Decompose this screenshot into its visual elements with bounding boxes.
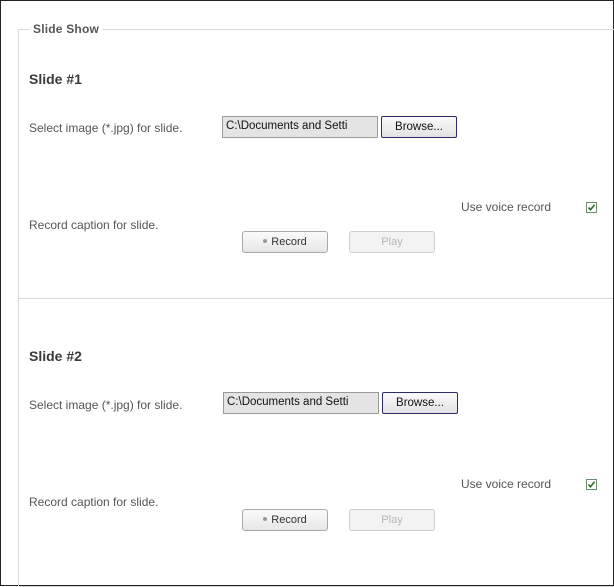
slide-1-voice-label: Use voice record [461, 200, 552, 214]
slide-1-record-label: Record [271, 236, 307, 248]
slide-1-image-label: Select image (*.jpg) for slide. [29, 121, 183, 135]
slide-2-file-input[interactable]: C:\Documents and Setti [223, 392, 379, 414]
checkmark-icon [587, 204, 596, 212]
checkmark-icon [587, 481, 596, 489]
slide-1-caption-label: Record caption for slide. [29, 218, 159, 232]
slide-2-voice-label: Use voice record [461, 477, 552, 491]
slide-2-record-button[interactable]: Record [242, 509, 328, 531]
slide-2-play-button[interactable]: Play [349, 509, 435, 531]
slide-1-record-button[interactable]: Record [242, 231, 328, 253]
slide-2-caption-label: Record caption for slide. [29, 495, 159, 509]
slide-2-title: Slide #2 [29, 348, 82, 364]
fieldset-legend: Slide Show [29, 22, 104, 36]
record-dot-icon [263, 239, 268, 244]
slide-2-record-label: Record [271, 514, 307, 526]
slide-1-file-input[interactable]: C:\Documents and Setti [222, 116, 378, 138]
record-dot-icon [263, 517, 268, 522]
slide-2-browse-button[interactable]: Browse... [382, 392, 458, 414]
slide-1-voice-checkbox[interactable] [586, 202, 597, 213]
slide-1-browse-button[interactable]: Browse... [381, 116, 457, 138]
slide-2-image-label: Select image (*.jpg) for slide. [29, 398, 183, 412]
slide-2-voice-checkbox[interactable] [586, 479, 597, 490]
slide-1-play-button[interactable]: Play [349, 231, 435, 253]
slide-1-title: Slide #1 [29, 71, 82, 87]
window-frame: Slide Show Slide #1 Select image (*.jpg)… [0, 0, 614, 587]
slide-divider [19, 298, 613, 299]
